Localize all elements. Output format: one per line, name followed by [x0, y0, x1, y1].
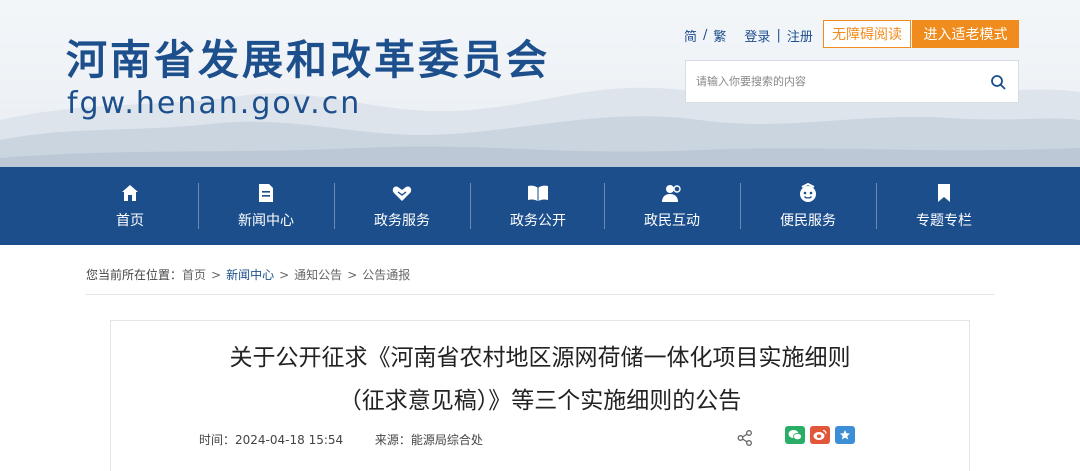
breadcrumb-notices[interactable]: 通知公告	[294, 266, 342, 283]
nav-item-convenience[interactable]: 便民服务	[748, 167, 868, 245]
nav-divider	[334, 183, 335, 229]
nav-item-label: 政务公开	[510, 213, 566, 229]
nav-divider	[876, 183, 877, 229]
qzone-icon	[840, 430, 850, 440]
accessible-reading-button[interactable]: 无障碍阅读	[823, 20, 911, 48]
qzone-share-button[interactable]	[835, 426, 855, 444]
register-link[interactable]: 注册	[787, 26, 813, 45]
breadcrumb-bulletin[interactable]: 公告通报	[362, 266, 410, 283]
people-icon	[661, 182, 683, 204]
service-icon	[797, 182, 819, 204]
breadcrumb: 您当前所在位置： 首页 > 新闻中心 > 通知公告 > 公告通报	[86, 266, 410, 283]
separator: /	[703, 27, 708, 43]
nav-item-label: 便民服务	[780, 213, 836, 229]
breadcrumb-separator: >	[279, 267, 290, 282]
nav-divider	[198, 183, 199, 229]
breadcrumb-home[interactable]: 首页	[182, 266, 206, 283]
handshake-icon	[391, 182, 413, 204]
nav-item-home[interactable]: 首页	[70, 167, 190, 245]
home-icon	[119, 182, 141, 204]
nav-divider	[604, 183, 605, 229]
nav-divider	[470, 183, 471, 229]
weibo-icon	[813, 429, 827, 440]
article-title-line: 关于公开征求《河南省农村地区源网荷储一体化项目实施细则	[229, 345, 851, 371]
article-card: 关于公开征求《河南省农村地区源网荷储一体化项目实施细则 （征求意见稿）》等三个实…	[110, 320, 970, 471]
article-title: 关于公开征求《河南省农村地区源网荷储一体化项目实施细则 （征求意见稿）》等三个实…	[111, 337, 969, 423]
article-meta: 时间：2024-04-18 15:54 来源：能源局综合处	[199, 431, 483, 448]
news-icon	[255, 182, 277, 204]
lang-traditional-link[interactable]: 繁	[713, 26, 726, 45]
breadcrumb-divider	[86, 294, 994, 295]
nav-item-special[interactable]: 专题专栏	[884, 167, 1004, 245]
search-input[interactable]	[686, 61, 978, 102]
source-value: 能源局综合处	[410, 433, 483, 447]
nav-item-interaction[interactable]: 政民互动	[612, 167, 732, 245]
site-domain: fgw.henan.gov.cn	[67, 86, 362, 121]
top-links: 简 / 繁 登录 | 注册	[684, 24, 813, 46]
separator: |	[776, 27, 781, 43]
lang-simplified-link[interactable]: 简	[684, 26, 697, 45]
nav-item-label: 专题专栏	[916, 213, 972, 229]
login-link[interactable]: 登录	[744, 26, 770, 45]
search-button[interactable]	[978, 61, 1018, 102]
site-title[interactable]: 河南省发展和改革委员会	[66, 26, 550, 86]
breadcrumb-separator: >	[211, 267, 222, 282]
header-banner: 河南省发展和改革委员会 fgw.henan.gov.cn 简 / 繁 登录 | …	[0, 0, 1080, 167]
nav-item-label: 首页	[116, 213, 144, 229]
share-icon[interactable]	[736, 429, 754, 447]
bookmark-icon	[933, 182, 955, 204]
elder-mode-button[interactable]: 进入适老模式	[912, 20, 1019, 48]
weibo-share-button[interactable]	[810, 426, 830, 444]
breadcrumb-news[interactable]: 新闻中心	[226, 266, 274, 283]
publish-time: 2024-04-18 15:54	[235, 433, 344, 447]
search-icon	[991, 74, 1006, 89]
time-label: 时间：	[199, 433, 236, 447]
breadcrumb-prefix: 您当前所在位置：	[86, 268, 183, 282]
nav-divider	[740, 183, 741, 229]
nav-item-label: 政务服务	[374, 213, 430, 229]
search-box	[685, 60, 1019, 103]
article-title-line: （征求意见稿）》等三个实施细则的公告	[338, 388, 742, 414]
nav-item-label: 新闻中心	[238, 213, 294, 229]
breadcrumb-separator: >	[347, 267, 358, 282]
nav-item-gov-open[interactable]: 政务公开	[478, 167, 598, 245]
nav-item-gov-service[interactable]: 政务服务	[342, 167, 462, 245]
wechat-share-button[interactable]	[785, 426, 805, 444]
main-nav: 首页 新闻中心 政务服务 政务公开 政民互动 便民服务 专题专栏	[0, 167, 1080, 245]
nav-item-label: 政民互动	[644, 213, 700, 229]
book-icon	[527, 182, 549, 204]
wechat-icon	[788, 430, 802, 441]
source-label: 来源：	[374, 433, 411, 447]
nav-item-news[interactable]: 新闻中心	[206, 167, 326, 245]
